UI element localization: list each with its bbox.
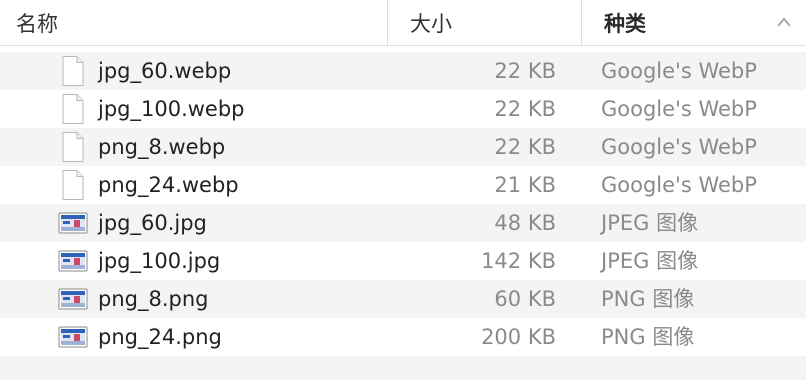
file-kind: Google's WebP [601, 173, 757, 197]
column-header-name-label: 名称 [16, 11, 58, 36]
document-icon [62, 56, 84, 86]
file-kind: Google's WebP [601, 97, 757, 121]
document-icon [62, 94, 84, 124]
sort-ascending-chevron-icon [777, 17, 791, 27]
file-row[interactable]: png_8.png 60 KB PNG 图像 [0, 280, 806, 318]
file-row[interactable]: jpg_100.webp 22 KB Google's WebP [0, 90, 806, 128]
image-thumbnail-icon [58, 288, 88, 310]
file-row[interactable]: png_8.webp 22 KB Google's WebP [0, 128, 806, 166]
file-kind: JPEG 图像 [601, 249, 699, 273]
document-icon [62, 170, 84, 200]
file-size: 22 KB [494, 97, 556, 121]
file-name: jpg_100.webp [98, 97, 245, 121]
column-header-size[interactable]: 大小 [388, 0, 582, 45]
column-header-name[interactable]: 名称 [0, 0, 388, 45]
column-header-kind-label: 种类 [604, 11, 646, 36]
file-row[interactable]: jpg_60.jpg 48 KB JPEG 图像 [0, 204, 806, 242]
file-row[interactable]: jpg_100.jpg 142 KB JPEG 图像 [0, 242, 806, 280]
finder-list-view: 名称 大小 种类 jpg_60.webp 22 KB Google's WebP [0, 0, 806, 380]
column-header-size-label: 大小 [410, 11, 452, 36]
file-kind: PNG 图像 [601, 325, 695, 349]
file-name: png_24.png [98, 325, 222, 349]
file-name: png_8.png [98, 287, 209, 311]
file-size: 142 KB [481, 249, 556, 273]
file-row[interactable]: jpg_60.webp 22 KB Google's WebP [0, 52, 806, 90]
file-size: 22 KB [494, 59, 556, 83]
file-name: png_24.webp [98, 173, 239, 197]
file-size: 60 KB [494, 287, 556, 311]
file-size: 21 KB [494, 173, 556, 197]
file-size: 22 KB [494, 135, 556, 159]
file-size: 48 KB [494, 211, 556, 235]
column-header-kind[interactable]: 种类 [582, 0, 806, 45]
file-size: 200 KB [481, 325, 556, 349]
file-name: png_8.webp [98, 135, 226, 159]
empty-list-area [0, 356, 806, 380]
file-list: jpg_60.webp 22 KB Google's WebP jpg_100.… [0, 52, 806, 356]
file-kind: Google's WebP [601, 59, 757, 83]
file-row[interactable]: png_24.webp 21 KB Google's WebP [0, 166, 806, 204]
image-thumbnail-icon [58, 250, 88, 272]
file-name: jpg_100.jpg [98, 249, 221, 273]
image-thumbnail-icon [58, 326, 88, 348]
file-kind: JPEG 图像 [601, 211, 699, 235]
image-thumbnail-icon [58, 212, 88, 234]
document-icon [62, 132, 84, 162]
file-kind: PNG 图像 [601, 287, 695, 311]
file-row[interactable]: png_24.png 200 KB PNG 图像 [0, 318, 806, 356]
file-kind: Google's WebP [601, 135, 757, 159]
column-header-bar: 名称 大小 种类 [0, 0, 806, 46]
file-name: jpg_60.jpg [98, 211, 207, 235]
file-name: jpg_60.webp [98, 59, 232, 83]
